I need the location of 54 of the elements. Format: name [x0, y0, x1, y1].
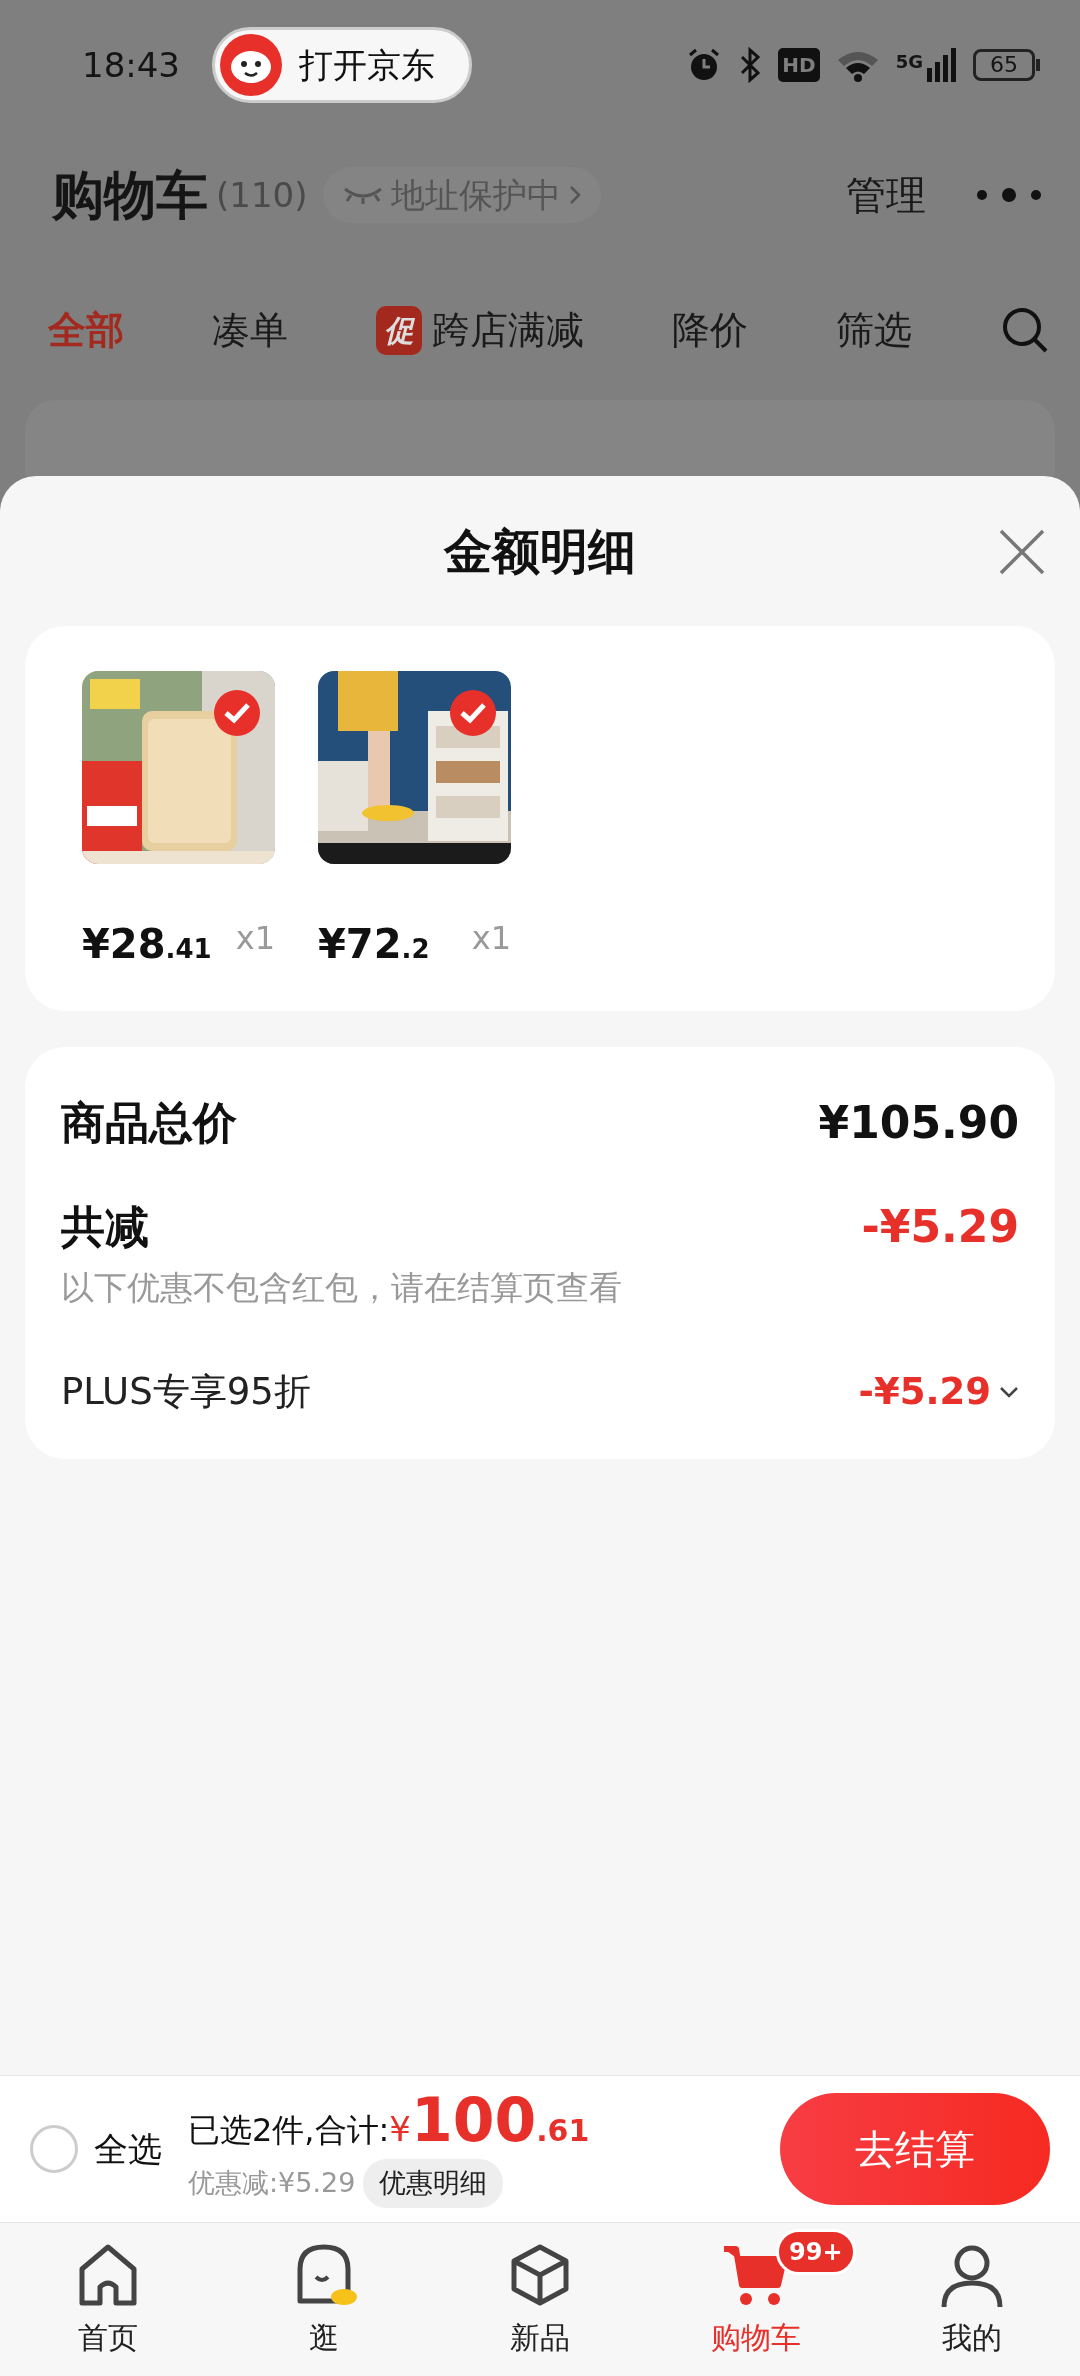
selected-summary: 已选2件,合计: — [188, 2110, 390, 2152]
reduction-note: 以下优惠不包含红包，请在结算页查看 — [61, 1267, 623, 1309]
eye-closed-icon — [343, 185, 384, 205]
close-icon[interactable] — [998, 528, 1046, 576]
chevron-down-icon[interactable] — [999, 1385, 1019, 1398]
item-price: ¥28.41 — [82, 920, 212, 969]
item-quantity: x1 — [235, 918, 275, 959]
chevron-right-icon — [569, 185, 582, 205]
nav-label: 新品 — [510, 2319, 570, 2357]
selected-check-icon[interactable] — [449, 689, 497, 737]
selected-check-icon[interactable] — [213, 689, 261, 737]
promo-filter-tab[interactable]: 促 跨店满减 — [376, 301, 584, 359]
promo-tag: 促 — [376, 305, 422, 355]
select-all-radio[interactable] — [30, 2125, 78, 2173]
battery-indicator: 65 — [973, 49, 1035, 81]
discount-details-button[interactable]: 优惠明细 — [363, 2159, 504, 2208]
total-label: 商品总价 — [61, 1096, 237, 1150]
status-time: 18:43 — [82, 43, 180, 87]
discount-label: PLUS专享95折 — [61, 1368, 311, 1415]
manage-button[interactable]: 管理 — [846, 165, 926, 225]
bluetooth-icon — [738, 47, 763, 83]
nav-tab[interactable]: 新品 — [432, 2223, 648, 2376]
nav-tab[interactable]: 我的 — [864, 2223, 1080, 2376]
item-quantity: x1 — [471, 918, 511, 959]
filter-tab-label[interactable]: 跨店满减 — [432, 301, 584, 359]
item-price: ¥72.2 — [318, 920, 430, 969]
mascot-logo-icon — [219, 33, 283, 97]
count-badge: 99+ — [776, 2229, 856, 2275]
nav-tab[interactable]: 首页 — [0, 2223, 216, 2376]
app-launch-button[interactable]: 打开京东 — [212, 27, 472, 103]
select-all-label[interactable]: 全选 — [94, 2123, 162, 2175]
nav-label: 首页 — [78, 2319, 138, 2357]
nav-label: 我的 — [942, 2319, 1002, 2357]
sheet-title: 金额明细 — [444, 522, 636, 581]
search-icon[interactable] — [1000, 305, 1050, 355]
more-icon[interactable] — [974, 185, 1044, 205]
filter-tab[interactable]: 降价 — [672, 301, 748, 359]
signal-icon — [927, 48, 957, 82]
nav-label: 购物车 — [711, 2319, 801, 2357]
nav-label: 逛 — [309, 2319, 339, 2357]
filter-tab[interactable]: 凑单 — [212, 301, 288, 359]
network-type: 5G — [895, 50, 923, 74]
nav-tab[interactable]: 购物车 99+ — [648, 2223, 864, 2376]
total-price: ¥100.61 — [389, 2090, 590, 2156]
discount-value: -¥5.29 — [858, 1368, 991, 1415]
filter-tab[interactable]: 筛选 — [836, 301, 912, 359]
reduction-label: 共减 — [61, 1200, 149, 1254]
total-value: ¥105.90 — [818, 1096, 1019, 1150]
checkout-button[interactable]: 去结算 — [780, 2093, 1050, 2205]
page-title: 购物车 — [52, 164, 208, 227]
nav-tab[interactable]: 逛 — [216, 2223, 432, 2376]
hd-indicator: HD — [778, 48, 820, 82]
reduction-value: -¥5.29 — [861, 1200, 1019, 1254]
saved-amount: 优惠减:¥5.29 — [188, 2166, 356, 2201]
